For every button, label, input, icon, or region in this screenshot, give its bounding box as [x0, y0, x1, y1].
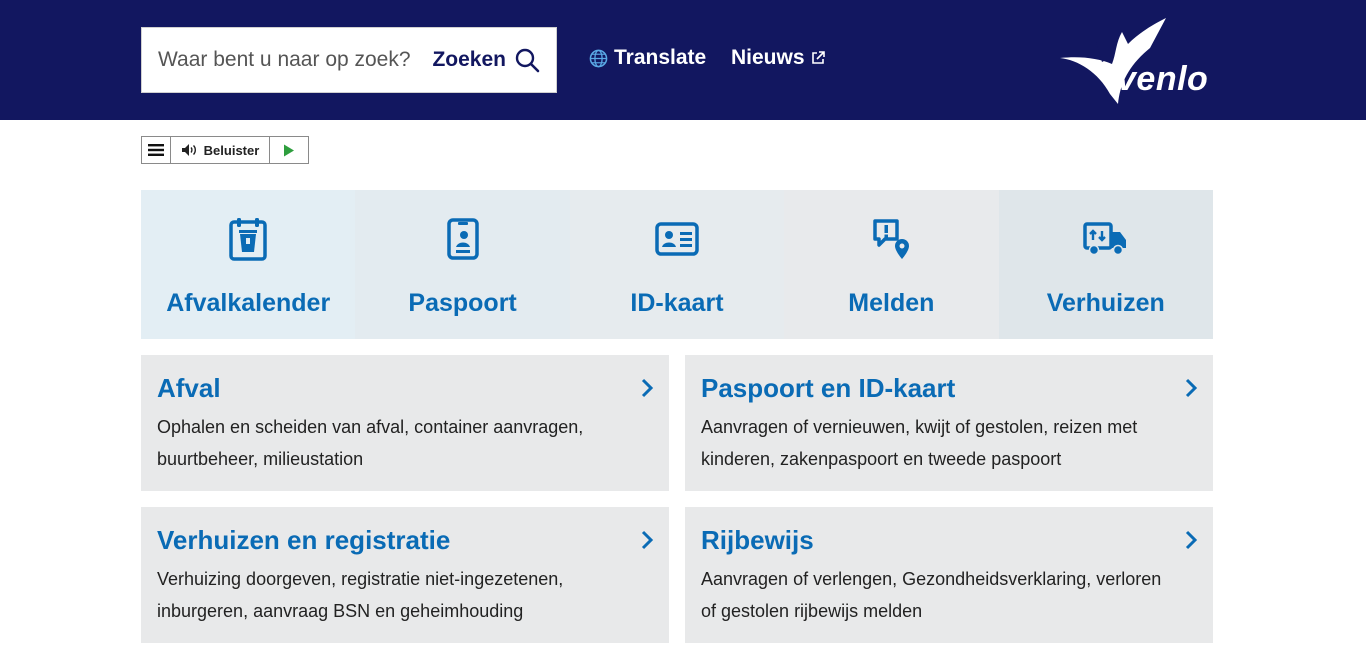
- translate-link[interactable]: Translate: [589, 46, 706, 70]
- translate-label: Translate: [614, 46, 707, 69]
- search-icon: [515, 48, 540, 73]
- search-button[interactable]: Zoeken: [422, 28, 556, 92]
- tile-id-kaart[interactable]: ID-kaart: [569, 190, 785, 339]
- search-input[interactable]: [142, 28, 423, 92]
- card-title: Afval: [157, 373, 221, 403]
- tile-label: Verhuizen: [1046, 289, 1165, 317]
- moving-truck-icon: [1082, 215, 1130, 263]
- news-link[interactable]: Nieuws: [731, 46, 825, 70]
- card-description: Ophalen en scheiden van afval, container…: [157, 417, 584, 469]
- tile-melden[interactable]: Melden: [784, 190, 999, 339]
- chevron-right-icon: [1185, 378, 1198, 398]
- tile-verhuizen[interactable]: Verhuizen: [998, 190, 1213, 339]
- card-description: Verhuizing doorgeven, registratie niet-i…: [157, 569, 564, 621]
- readspeaker-menu-button[interactable]: [142, 137, 171, 163]
- tile-label: ID-kaart: [630, 289, 724, 317]
- menu-icon: [148, 144, 164, 156]
- id-card-icon: [653, 215, 701, 263]
- readspeaker-bar: Beluister: [141, 136, 309, 164]
- calendar-bin-icon: [224, 215, 272, 263]
- external-link-icon: [811, 51, 825, 64]
- tile-label: Afvalkalender: [166, 289, 331, 317]
- play-icon: [284, 144, 294, 156]
- card-rijbewijs[interactable]: Rijbewijs Aanvragen of verlengen, Gezond…: [685, 507, 1213, 643]
- tile-afvalkalender[interactable]: Afvalkalender: [141, 190, 356, 339]
- report-location-icon: [867, 215, 915, 263]
- news-label: Nieuws: [731, 46, 805, 69]
- chevron-right-icon: [1185, 530, 1198, 550]
- tile-label: Paspoort: [408, 289, 517, 317]
- card-title: Paspoort en ID-kaart: [701, 373, 956, 403]
- card-afval[interactable]: Afval Ophalen en scheiden van afval, con…: [141, 355, 669, 491]
- readspeaker-listen-button[interactable]: Beluister: [171, 137, 270, 163]
- logo-text: venlo: [1117, 60, 1209, 98]
- chevron-right-icon: [641, 378, 654, 398]
- tile-paspoort[interactable]: Paspoort: [355, 190, 570, 339]
- passport-icon: [439, 215, 487, 263]
- tile-label: Melden: [848, 289, 935, 317]
- speaker-icon: [181, 144, 196, 156]
- card-title: Rijbewijs: [701, 525, 814, 555]
- search-box: Zoeken: [141, 27, 557, 93]
- card-description: Aanvragen of verlengen, Gezondheidsverkl…: [701, 569, 1162, 621]
- globe-icon: [589, 49, 608, 67]
- search-button-label: Zoeken: [432, 48, 506, 71]
- site-header: Zoeken Translate Nieuws venlo: [0, 0, 1366, 120]
- card-paspoort-id-kaart[interactable]: Paspoort en ID-kaart Aanvragen of vernie…: [685, 355, 1213, 491]
- card-description: Aanvragen of vernieuwen, kwijt of gestol…: [701, 417, 1138, 469]
- chevron-right-icon: [641, 530, 654, 550]
- card-title: Verhuizen en registratie: [157, 525, 451, 555]
- readspeaker-play-button[interactable]: [270, 137, 308, 163]
- quick-links: Afvalkalender Paspoort ID-kaart Melden V…: [141, 190, 1213, 339]
- card-verhuizen-registratie[interactable]: Verhuizen en registratie Verhuizing door…: [141, 507, 669, 643]
- readspeaker-listen-label: Beluister: [203, 142, 260, 158]
